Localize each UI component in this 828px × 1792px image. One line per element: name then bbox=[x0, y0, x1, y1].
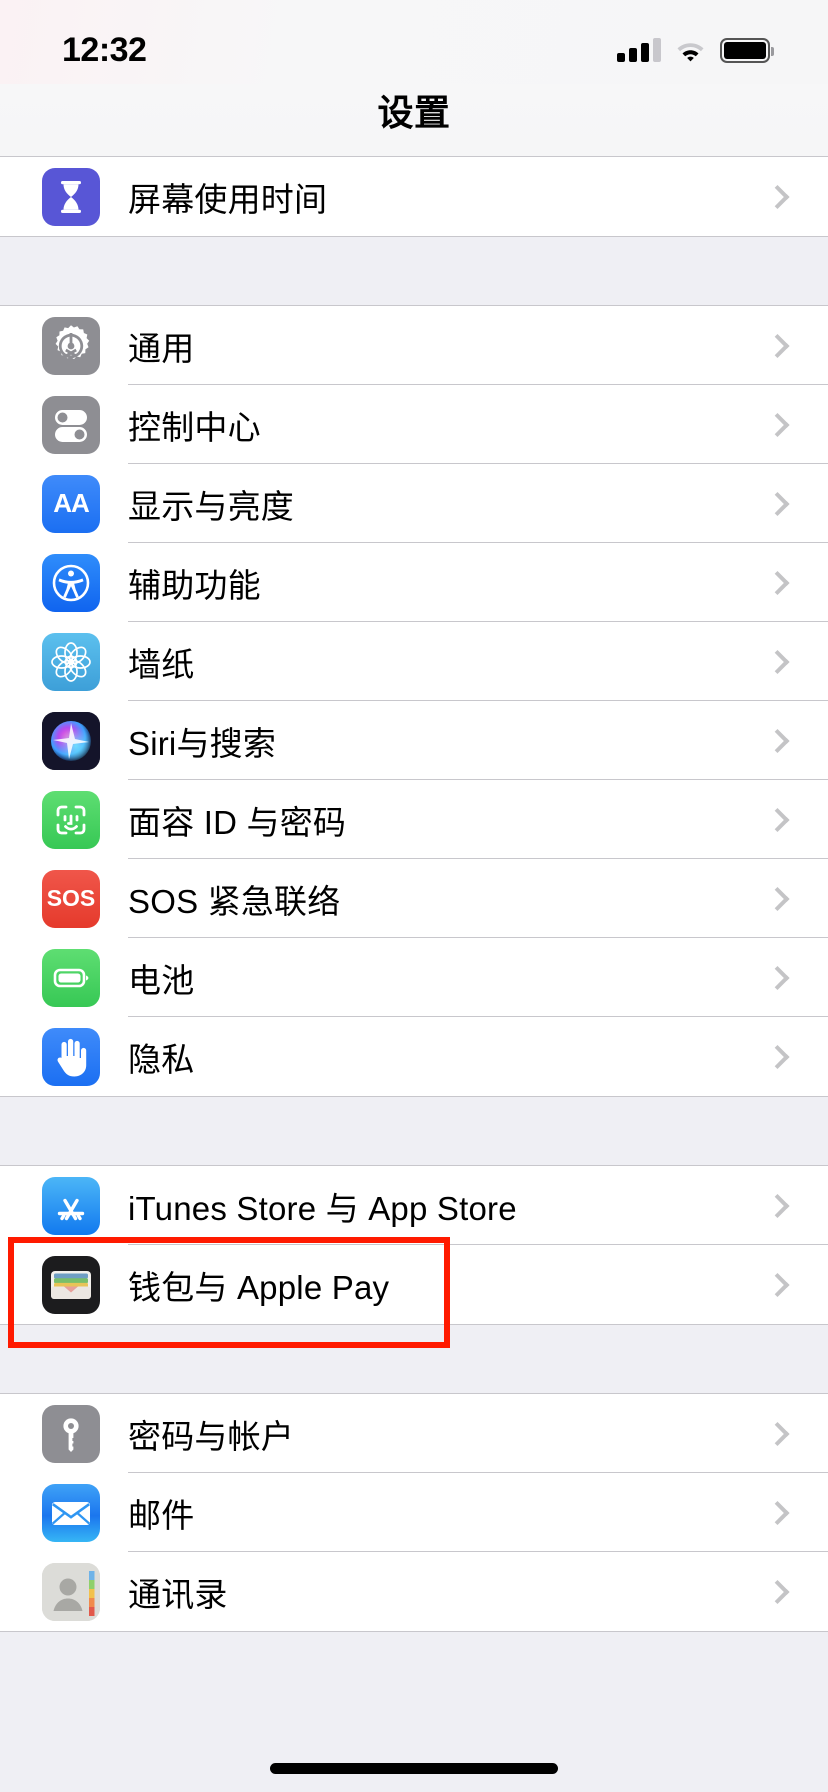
status-bar-indicators bbox=[617, 37, 774, 63]
settings-row-label: 墙纸 bbox=[128, 645, 195, 683]
settings-row-label: 钱包与 Apple Pay bbox=[128, 1268, 390, 1306]
settings-row[interactable]: 屏幕使用时间 bbox=[0, 157, 828, 236]
status-bar-time: 12:32 bbox=[62, 30, 147, 69]
chevron-right-icon bbox=[765, 807, 790, 832]
siri-icon bbox=[42, 711, 100, 770]
chevron-right-icon bbox=[765, 886, 790, 911]
settings-row-label: 控制中心 bbox=[128, 408, 261, 446]
status-bar: 12:32 bbox=[0, 0, 828, 84]
settings-row-label: 隐私 bbox=[128, 1040, 195, 1078]
chevron-right-icon bbox=[765, 728, 790, 753]
page-title: 设置 bbox=[377, 92, 451, 133]
aa-text-icon: AA bbox=[42, 474, 100, 533]
settings-row-label: 面容 ID 与密码 bbox=[128, 803, 347, 841]
wifi-icon bbox=[675, 38, 706, 62]
settings-row[interactable]: 面容 ID 与密码 bbox=[0, 780, 828, 859]
chevron-right-icon bbox=[765, 1579, 790, 1604]
chevron-right-icon bbox=[765, 333, 790, 358]
chevron-right-icon bbox=[765, 184, 790, 209]
settings-row[interactable]: 密码与帐户 bbox=[0, 1394, 828, 1473]
settings-row[interactable]: AA 显示与亮度 bbox=[0, 464, 828, 543]
settings-row-label: 电池 bbox=[128, 961, 195, 999]
chevron-right-icon bbox=[765, 1193, 790, 1218]
settings-row[interactable]: 控制中心 bbox=[0, 385, 828, 464]
mail-icon bbox=[42, 1483, 100, 1542]
chevron-right-icon bbox=[765, 1272, 790, 1297]
screen-time-group: 屏幕使用时间 bbox=[0, 156, 828, 237]
navigation-bar: 设置 bbox=[0, 84, 828, 156]
chevron-right-icon bbox=[765, 1421, 790, 1446]
battery-icon bbox=[720, 37, 774, 63]
aa-glyph: AA bbox=[53, 488, 90, 518]
settings-list[interactable]: 屏幕使用时间 通用控制中心 AA 显示与亮度辅助功能墙纸 Siri与搜索面容 ID 与密… bbox=[0, 156, 828, 1792]
wallet-icon bbox=[42, 1255, 100, 1314]
settings-row[interactable]: SOS SOS 紧急联络 bbox=[0, 859, 828, 938]
face-id-icon bbox=[42, 790, 100, 849]
sos-glyph: SOS bbox=[46, 885, 96, 911]
app-store-icon bbox=[42, 1176, 100, 1235]
settings-row[interactable]: 钱包与 Apple Pay bbox=[0, 1245, 828, 1324]
section-gap bbox=[0, 1325, 828, 1393]
settings-row[interactable]: 辅助功能 bbox=[0, 543, 828, 622]
chevron-right-icon bbox=[765, 965, 790, 990]
settings-row[interactable]: 通用 bbox=[0, 306, 828, 385]
key-icon bbox=[42, 1404, 100, 1463]
hourglass-icon bbox=[42, 167, 100, 226]
settings-row[interactable]: iTunes Store 与 App Store bbox=[0, 1166, 828, 1245]
settings-row-label: 显示与亮度 bbox=[128, 487, 294, 525]
store-group: iTunes Store 与 App Store 钱包与 Apple Pay bbox=[0, 1165, 828, 1325]
accounts-group: 密码与帐户邮件通讯录 bbox=[0, 1393, 828, 1632]
section-gap bbox=[0, 237, 828, 305]
chevron-right-icon bbox=[765, 491, 790, 516]
home-indicator bbox=[270, 1763, 558, 1774]
settings-row[interactable]: 通讯录 bbox=[0, 1552, 828, 1631]
section-gap bbox=[0, 1097, 828, 1165]
settings-row-label: 屏幕使用时间 bbox=[128, 180, 328, 218]
chevron-right-icon bbox=[765, 412, 790, 437]
cellular-signal-icon bbox=[617, 38, 661, 62]
accessibility-icon bbox=[42, 553, 100, 612]
hand-icon bbox=[42, 1027, 100, 1086]
settings-row-label: 密码与帐户 bbox=[128, 1417, 294, 1455]
gear-icon bbox=[42, 316, 100, 375]
settings-row[interactable]: 墙纸 bbox=[0, 622, 828, 701]
system-group: 通用 控制中心 AA 显示与亮度 辅助功能 墙纸 Siri与搜索 面容 ID 与密码 SOS SO… bbox=[0, 305, 828, 1097]
settings-row[interactable]: 电池 bbox=[0, 938, 828, 1017]
settings-row-label: 通用 bbox=[128, 329, 195, 367]
settings-row-label: 辅助功能 bbox=[128, 566, 261, 604]
settings-row[interactable]: Siri与搜索 bbox=[0, 701, 828, 780]
settings-row-label: Siri与搜索 bbox=[128, 724, 277, 762]
settings-row-label: 邮件 bbox=[128, 1496, 195, 1534]
battery-green-icon bbox=[42, 948, 100, 1007]
chevron-right-icon bbox=[765, 570, 790, 595]
iphone-settings-screen: 12:32 设置 屏幕使用时间 通用控制中心 AA 显示与亮度辅助功能墙纸 Siri与搜… bbox=[0, 0, 828, 1792]
chevron-right-icon bbox=[765, 649, 790, 674]
chevron-right-icon bbox=[765, 1500, 790, 1525]
contacts-icon bbox=[42, 1562, 100, 1621]
settings-row-label: iTunes Store 与 App Store bbox=[128, 1189, 517, 1227]
settings-row-label: SOS 紧急联络 bbox=[128, 882, 341, 920]
chevron-right-icon bbox=[765, 1044, 790, 1069]
settings-row[interactable]: 隐私 bbox=[0, 1017, 828, 1096]
settings-row[interactable]: 邮件 bbox=[0, 1473, 828, 1552]
settings-row-label: 通讯录 bbox=[128, 1575, 228, 1613]
flower-icon bbox=[42, 632, 100, 691]
toggles-icon bbox=[42, 395, 100, 454]
sos-icon: SOS bbox=[42, 869, 100, 928]
